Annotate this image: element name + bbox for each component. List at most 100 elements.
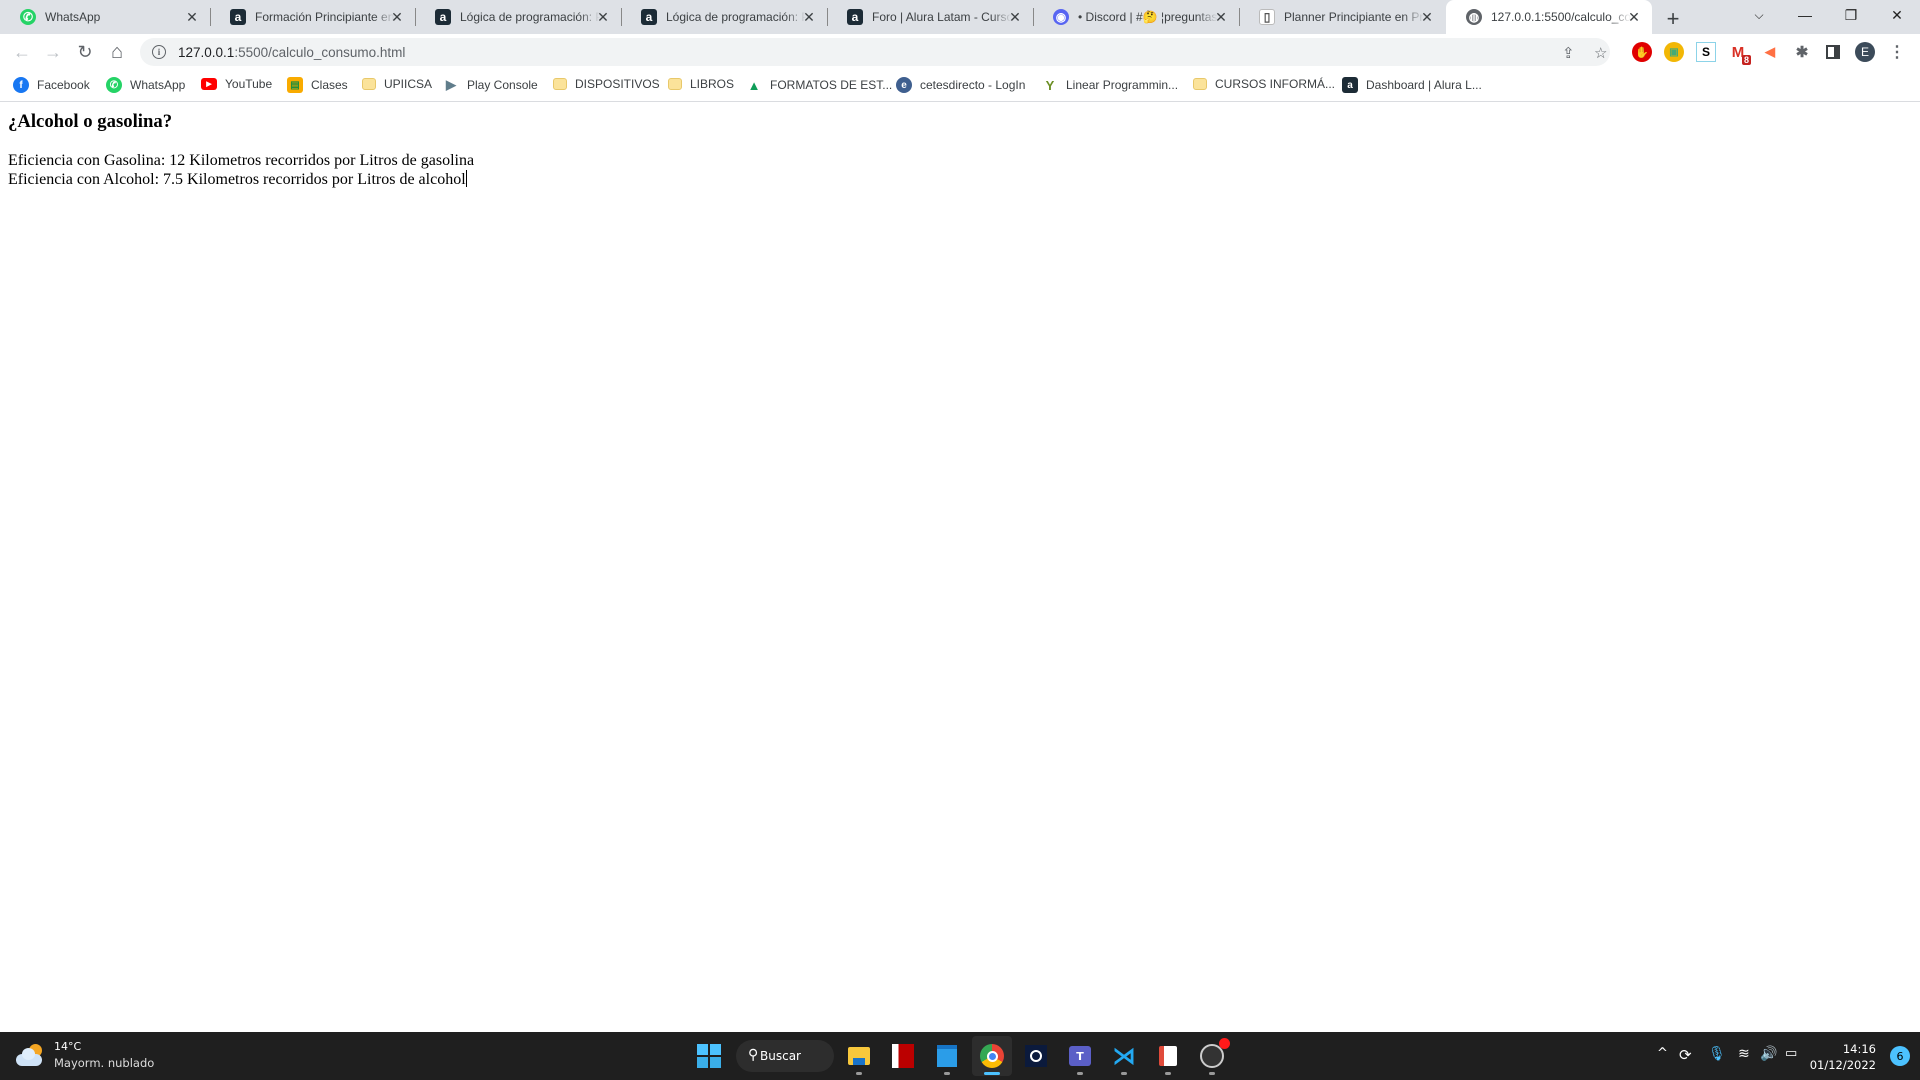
side-panel-icon[interactable] (1823, 42, 1843, 62)
bookmark-linear-programming[interactable]: Y Linear Programmin... (1042, 77, 1178, 93)
bookmark-label: FORMATOS DE EST... (770, 78, 893, 92)
share-icon[interactable]: ⇪ (1562, 44, 1575, 62)
file-explorer-icon[interactable] (839, 1036, 879, 1076)
bookmark-star-icon[interactable]: ☆ (1594, 44, 1607, 62)
site-info-icon[interactable]: i (152, 45, 166, 59)
microphone-icon[interactable]: 🎙 (1708, 1046, 1726, 1062)
bookmark-upiicsa[interactable]: UPIICSA (362, 77, 432, 91)
cetes-icon: e (896, 77, 912, 93)
s-extension-icon[interactable]: S (1696, 42, 1716, 62)
bookmark-dashboard-alura[interactable]: a Dashboard | Alura L... (1342, 77, 1482, 93)
page-content: ¿Alcohol o gasolina? Eficiencia con Gaso… (0, 103, 1920, 1032)
tab-discord[interactable]: ◉ • Discord | #🤔 ¦preguntas ✕ (1033, 0, 1240, 34)
tab-foro[interactable]: a Foro | Alura Latam - Cursos ✕ (827, 0, 1034, 34)
url-path: :5500/calculo_consumo.html (234, 44, 406, 60)
folder-icon (668, 78, 682, 90)
restore-button[interactable]: ❐ (1828, 0, 1874, 30)
gasoline-efficiency-text: Eficiencia con Gasolina: 12 Kilometros r… (8, 152, 475, 169)
play-console-icon: ▶ (446, 77, 456, 92)
bookmark-label: Dashboard | Alura L... (1366, 78, 1482, 92)
running-indicator (1165, 1072, 1171, 1075)
teams-icon[interactable]: T (1060, 1036, 1100, 1076)
windows-taskbar: 14°C Mayorm. nublado ⚲ Buscar T ⋊ ^ ⟳ 🎙 … (0, 1032, 1920, 1080)
extensions-puzzle-icon[interactable]: ✱ (1792, 42, 1812, 62)
chrome-icon[interactable] (972, 1036, 1012, 1076)
tab-planner[interactable]: ▯ Planner Principiante en Programación ✕ (1239, 0, 1445, 34)
gmail-checker-icon[interactable]: M8 (1728, 42, 1751, 65)
close-tab-icon[interactable]: ✕ (1419, 9, 1435, 25)
tab-calculo-consumo[interactable]: ◍ 127.0.0.1:5500/calculo_consumo.html ✕ (1446, 0, 1652, 34)
battery-charging-icon[interactable]: ▭ (1785, 1046, 1797, 1061)
home-button[interactable]: ⌂ (105, 40, 129, 64)
weather-widget[interactable]: 14°C Mayorm. nublado (16, 1040, 154, 1070)
tab-title: WhatsApp (45, 10, 101, 24)
bookmark-whatsapp[interactable]: ✆ WhatsApp (106, 77, 185, 93)
tab-title: Foro | Alura Latam - Cursos (872, 10, 1012, 24)
bookmark-clases[interactable]: ▤ Clases (287, 77, 348, 93)
page-heading: ¿Alcohol o gasolina? (8, 111, 173, 132)
close-tab-icon[interactable]: ✕ (1213, 9, 1229, 25)
bookmark-play-console[interactable]: ▶ Play Console (443, 77, 538, 93)
image-extension-icon[interactable]: ▣ (1664, 42, 1684, 62)
new-tab-button[interactable]: + (1661, 6, 1685, 32)
filezilla-like-app-icon[interactable] (883, 1036, 923, 1076)
tab-logica-1[interactable]: a Lógica de programación: Primeros pasos… (415, 0, 622, 34)
classroom-icon: ▤ (287, 77, 303, 93)
bookmark-dispositivos[interactable]: DISPOSITIVOS (553, 77, 660, 91)
discord-icon: ◉ (1053, 9, 1069, 25)
bookmark-libros[interactable]: LIBROS (668, 77, 734, 91)
bookmark-label: YouTube (225, 77, 273, 91)
alcohol-efficiency-text: Eficiencia con Alcohol: 7.5 Kilometros r… (8, 170, 467, 189)
address-url[interactable]: 127.0.0.1:5500/calculo_consumo.html (178, 45, 405, 60)
address-bar[interactable]: i 127.0.0.1:5500/calculo_consumo.html ⇪ … (140, 38, 1610, 66)
reload-button[interactable]: ↻ (73, 40, 97, 64)
weather-temperature: 14°C (54, 1040, 82, 1053)
close-tab-icon[interactable]: ✕ (389, 9, 405, 25)
sync-icon[interactable]: ⟳ (1679, 1046, 1692, 1064)
adblock-icon[interactable]: ✋ (1632, 42, 1652, 62)
wifi-icon[interactable]: ≋ (1738, 1046, 1750, 1062)
chrome-menu-icon[interactable]: ⋮ (1887, 42, 1907, 62)
tab-search-button[interactable]: ⌵ (1736, 0, 1782, 30)
running-indicator (1121, 1072, 1127, 1075)
tab-title: Lógica de programación: Primeros pasos (666, 10, 806, 24)
obs-icon[interactable] (1192, 1036, 1232, 1076)
tab-whatsapp[interactable]: ✆ WhatsApp ✕ (0, 0, 211, 34)
cloudy-weather-icon (16, 1044, 44, 1066)
bookmark-label: DISPOSITIVOS (575, 77, 660, 91)
close-tab-icon[interactable]: ✕ (1007, 9, 1023, 25)
search-label: Buscar (760, 1049, 801, 1063)
bookmark-facebook[interactable]: f Facebook (13, 77, 90, 93)
start-button[interactable] (689, 1036, 729, 1076)
snipping-tool-icon[interactable] (1148, 1036, 1188, 1076)
bookmark-cursos-informatica[interactable]: CURSOS INFORMÁ... (1193, 77, 1335, 91)
bookmark-cetesdirecto[interactable]: e cetesdirecto - LogIn (896, 77, 1025, 93)
bookmark-label: Facebook (37, 78, 90, 92)
close-tab-icon[interactable]: ✕ (595, 9, 611, 25)
close-tab-icon[interactable]: ✕ (184, 9, 200, 25)
close-tab-icon[interactable]: ✕ (1626, 9, 1642, 25)
system-clock[interactable]: 14:16 01/12/2022 (1810, 1041, 1876, 1073)
close-window-button[interactable]: ✕ (1874, 0, 1920, 30)
running-indicator (944, 1072, 950, 1075)
tab-title: Formación Principiante en Programación (255, 10, 395, 24)
taskbar-search-button[interactable]: ⚲ Buscar (736, 1040, 834, 1072)
weather-description: Mayorm. nublado (54, 1056, 155, 1070)
tab-logica-2[interactable]: a Lógica de programación: Primeros pasos… (621, 0, 828, 34)
bookmark-youtube[interactable]: ▶ YouTube (201, 77, 272, 91)
bookmark-formatos[interactable]: ▲ FORMATOS DE EST... (746, 77, 893, 93)
megaphone-icon[interactable]: ◀ (1760, 42, 1780, 62)
volume-icon[interactable]: 🔊 (1760, 1046, 1777, 1062)
forward-button[interactable]: → (41, 40, 65, 64)
profile-avatar[interactable]: E (1855, 42, 1875, 62)
calendar-app-icon[interactable] (927, 1036, 967, 1076)
vscode-icon[interactable]: ⋊ (1104, 1036, 1144, 1076)
notifications-badge[interactable]: 6 (1890, 1046, 1910, 1066)
back-button[interactable]: ← (10, 40, 34, 64)
google-drive-icon: ▲ (747, 77, 761, 93)
webcam-app-icon[interactable] (1016, 1036, 1056, 1076)
close-tab-icon[interactable]: ✕ (801, 9, 817, 25)
show-hidden-icons-button[interactable]: ^ (1657, 1046, 1668, 1061)
minimize-button[interactable]: — (1782, 0, 1828, 30)
tab-formacion[interactable]: a Formación Principiante en Programación… (210, 0, 416, 34)
